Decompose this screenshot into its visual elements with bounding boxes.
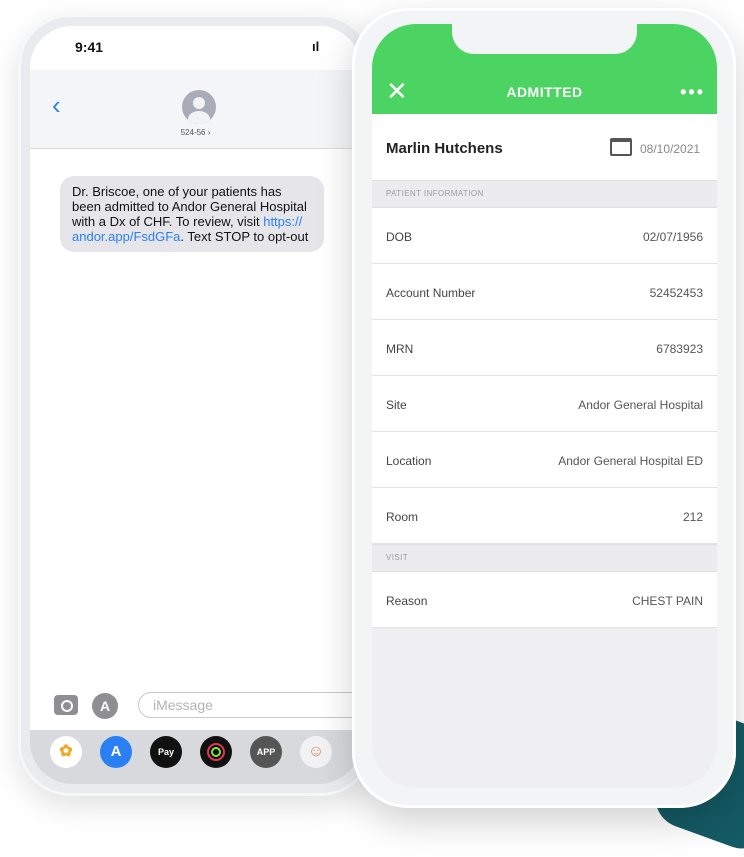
patient-date: 08/10/2021 <box>640 142 701 156</box>
contact-avatar[interactable] <box>182 90 216 124</box>
info-value: 212 <box>682 510 703 524</box>
info-row-mrn: MRN 6783923 <box>372 320 717 376</box>
info-value: CHEST PAIN <box>632 594 703 608</box>
info-row-site: Site Andor General Hospital <box>372 376 717 432</box>
imessage-input[interactable]: iMessage <box>138 692 361 718</box>
section-label: VISIT <box>386 553 409 562</box>
info-row-account-number: Account Number 52452453 <box>372 264 717 320</box>
info-value: 6783923 <box>656 342 703 356</box>
patient-summary: Marlin Hutchens 08/10/2021 <box>372 114 717 180</box>
messages-screen: 9:41 ıl ‹ 524-56 › Dr. Briscoe, one of y… <box>30 26 361 784</box>
message-bubble: Dr. Briscoe, one of your patients has be… <box>60 176 324 252</box>
status-time: 9:41 <box>75 39 104 55</box>
info-label: Account Number <box>386 286 476 300</box>
info-label: Site <box>386 398 407 412</box>
activity-icon[interactable] <box>200 736 232 768</box>
app-store-icon[interactable]: A <box>100 736 132 768</box>
message-text-end: . Text STOP to opt-out <box>180 229 309 244</box>
app-phone: ✕ ADMITTED ••• Marlin Hutchens 08/10/202… <box>352 8 736 808</box>
memoji-icon[interactable]: ☺ <box>300 736 332 768</box>
apple-pay-icon[interactable]: Pay <box>150 736 182 768</box>
page-title: ADMITTED <box>506 84 583 100</box>
info-label: MRN <box>386 342 414 356</box>
conversation-header: ‹ 524-56 › <box>30 70 361 149</box>
patient-name: Marlin Hutchens <box>386 140 503 157</box>
info-row-dob: DOB 02/07/1956 <box>372 208 717 264</box>
status-bar: 9:41 ıl <box>30 26 361 70</box>
visit-header: VISIT <box>372 544 717 572</box>
info-row-location: Location Andor General Hospital ED <box>372 432 717 488</box>
phone-notch <box>452 24 637 54</box>
back-chevron-icon[interactable]: ‹ <box>52 92 61 118</box>
app-store-icon[interactable]: A <box>92 693 118 719</box>
info-value: 02/07/1956 <box>642 230 703 244</box>
info-row-room: Room 212 <box>372 488 717 544</box>
more-options-icon[interactable]: ••• <box>680 82 705 103</box>
compose-bar: A iMessage <box>30 688 361 722</box>
signal-icon: ıl <box>312 39 320 54</box>
app-icon[interactable]: APP <box>250 736 282 768</box>
app-header: ✕ ADMITTED ••• <box>372 24 717 114</box>
info-label: Location <box>386 454 432 468</box>
app-screen: ✕ ADMITTED ••• Marlin Hutchens 08/10/202… <box>372 24 717 788</box>
calendar-icon <box>610 138 632 156</box>
info-value: Andor General Hospital ED <box>558 454 703 468</box>
patient-information-header: PATIENT INFORMATION <box>372 180 717 208</box>
camera-icon[interactable] <box>54 695 78 715</box>
info-value: 52452453 <box>649 286 703 300</box>
photos-icon[interactable]: ✿ <box>50 736 82 768</box>
info-row-reason: Reason CHEST PAIN <box>372 572 717 628</box>
info-label: DOB <box>386 230 413 244</box>
section-label: PATIENT INFORMATION <box>386 189 484 198</box>
info-label: Reason <box>386 594 428 608</box>
messages-phone: 9:41 ıl ‹ 524-56 › Dr. Briscoe, one of y… <box>18 14 373 796</box>
contact-number[interactable]: 524-56 › <box>30 128 361 137</box>
info-label: Room <box>386 510 419 524</box>
info-value: Andor General Hospital <box>578 398 703 412</box>
app-drawer: ✿ A Pay APP ☺ <box>30 730 361 784</box>
